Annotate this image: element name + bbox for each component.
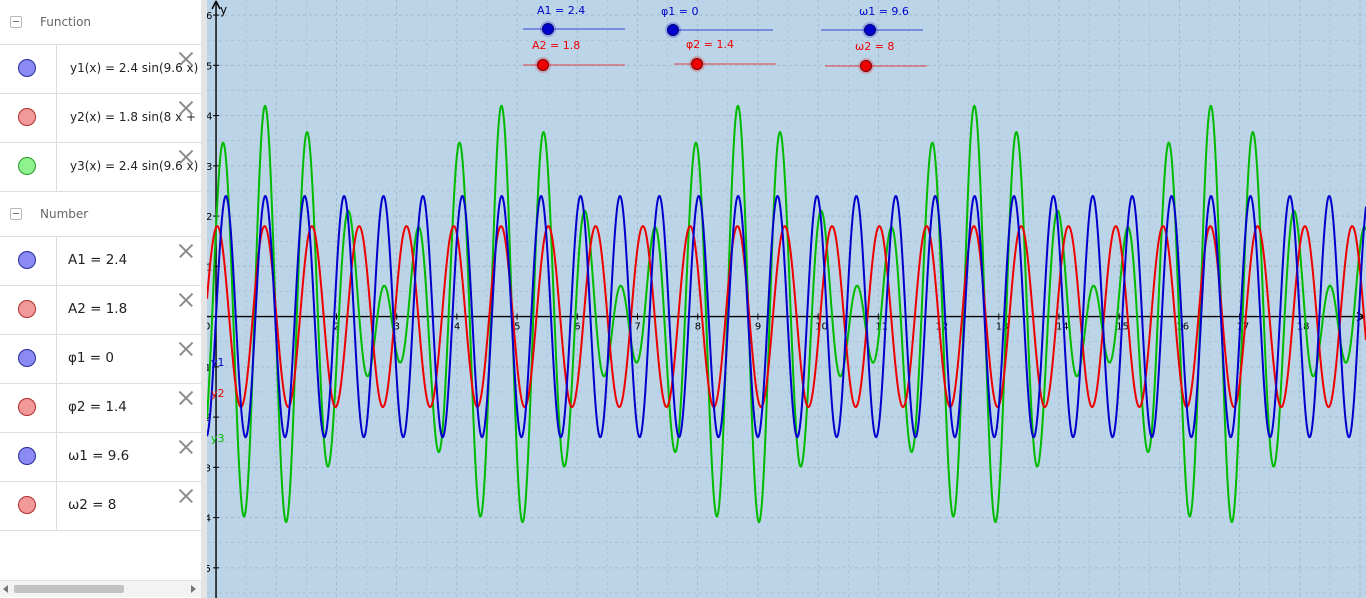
x-tick-label: 8 [695, 322, 701, 333]
graphics-view[interactable]: y0123456789101112131415161718-5-4-3-2-11… [207, 0, 1366, 598]
algebra-row-a1[interactable]: A1 = 2.4 [0, 237, 201, 286]
delete-icon[interactable] [178, 390, 194, 406]
x-tick-label: 10 [815, 322, 828, 333]
visibility-toggle-icon[interactable] [18, 447, 36, 465]
row-definition[interactable]: ω2 = 8 [68, 497, 116, 513]
y-tick-label: 4 [207, 112, 212, 123]
group-header-function[interactable]: Function [0, 0, 201, 45]
visibility-toggle-icon[interactable] [18, 300, 36, 318]
y-tick-label: 3 [207, 162, 212, 173]
visibility-toggle-icon[interactable] [18, 349, 36, 367]
slider-handle[interactable] [667, 24, 679, 36]
row-definition[interactable]: φ1 = 0 [68, 350, 114, 366]
algebra-row-w2[interactable]: ω2 = 8 [0, 482, 201, 531]
group-label: Function [40, 15, 92, 29]
slider-handle[interactable] [542, 23, 554, 35]
delete-icon[interactable] [178, 439, 194, 455]
row-definition[interactable]: ω1 = 9.6 [68, 448, 129, 464]
curve-label-y1: y1 [211, 356, 225, 369]
slider-label: φ1 = 0 [661, 5, 698, 18]
delete-icon[interactable] [178, 51, 194, 67]
delete-icon[interactable] [178, 149, 194, 165]
x-tick-label: 7 [634, 322, 640, 333]
row-definition[interactable]: A1 = 2.4 [68, 252, 127, 268]
delete-icon[interactable] [178, 488, 194, 504]
horizontal-scrollbar[interactable] [0, 580, 201, 597]
algebra-row-phi2[interactable]: φ2 = 1.4 [0, 384, 201, 433]
slider-label: φ2 = 1.4 [686, 38, 734, 51]
algebra-row-y1[interactable]: y1(x) = 2.4 sin(9.6 x) [0, 45, 201, 94]
scrollbar-thumb[interactable] [14, 585, 124, 593]
y-tick-label: -4 [207, 514, 211, 525]
x-tick-label: 14 [1056, 322, 1069, 333]
slider-label: A2 = 1.8 [532, 39, 580, 52]
scroll-left-icon[interactable] [3, 585, 8, 593]
x-tick-label: 0 [207, 322, 210, 333]
slider-label: ω1 = 9.6 [859, 5, 909, 18]
visibility-toggle-icon[interactable] [18, 251, 36, 269]
x-tick-label: 9 [755, 322, 761, 333]
collapse-icon[interactable] [10, 208, 22, 220]
visibility-toggle-icon[interactable] [18, 157, 36, 175]
scroll-right-icon[interactable] [191, 585, 196, 593]
slider-label: A1 = 2.4 [537, 4, 585, 17]
curve-label-y2: y2 [211, 387, 225, 400]
delete-icon[interactable] [178, 341, 194, 357]
x-tick-label: 4 [454, 322, 460, 333]
curve-label-y3: y3 [211, 432, 225, 445]
algebra-row-y3[interactable]: y3(x) = 2.4 sin(9.6 x) + 1.8 sin(8 x + 1… [0, 143, 201, 192]
delete-icon[interactable] [178, 292, 194, 308]
row-definition[interactable]: A2 = 1.8 [68, 301, 127, 317]
slider-label: ω2 = 8 [855, 40, 894, 53]
slider-handle[interactable] [691, 58, 703, 70]
collapse-icon[interactable] [10, 16, 22, 28]
y-tick-label: 6 [207, 11, 212, 22]
slider-handle[interactable] [864, 24, 876, 36]
algebra-row-y2[interactable]: y2(x) = 1.8 sin(8 x + 1.4) [0, 94, 201, 143]
group-label: Number [40, 207, 89, 221]
row-definition[interactable]: φ2 = 1.4 [68, 399, 127, 415]
group-header-number[interactable]: Number [0, 192, 201, 237]
algebra-row-w1[interactable]: ω1 = 9.6 [0, 433, 201, 482]
algebra-view: Function y1(x) = 2.4 sin(9.6 x) y2(x) = … [0, 0, 202, 598]
algebra-row-a2[interactable]: A2 = 1.8 [0, 286, 201, 335]
delete-icon[interactable] [178, 100, 194, 116]
y-axis-name: y [220, 3, 227, 17]
visibility-toggle-icon[interactable] [18, 59, 36, 77]
algebra-row-phi1[interactable]: φ1 = 0 [0, 335, 201, 384]
visibility-toggle-icon[interactable] [18, 496, 36, 514]
y-tick-label: -5 [207, 564, 211, 575]
slider-handle[interactable] [537, 59, 549, 71]
x-tick-label: 18 [1297, 322, 1310, 333]
visibility-toggle-icon[interactable] [18, 398, 36, 416]
delete-icon[interactable] [178, 243, 194, 259]
visibility-toggle-icon[interactable] [18, 108, 36, 126]
y-tick-label: -3 [207, 463, 211, 474]
y-tick-label: 5 [207, 61, 212, 72]
slider-handle[interactable] [860, 60, 872, 72]
y-tick-label: 2 [207, 212, 212, 223]
